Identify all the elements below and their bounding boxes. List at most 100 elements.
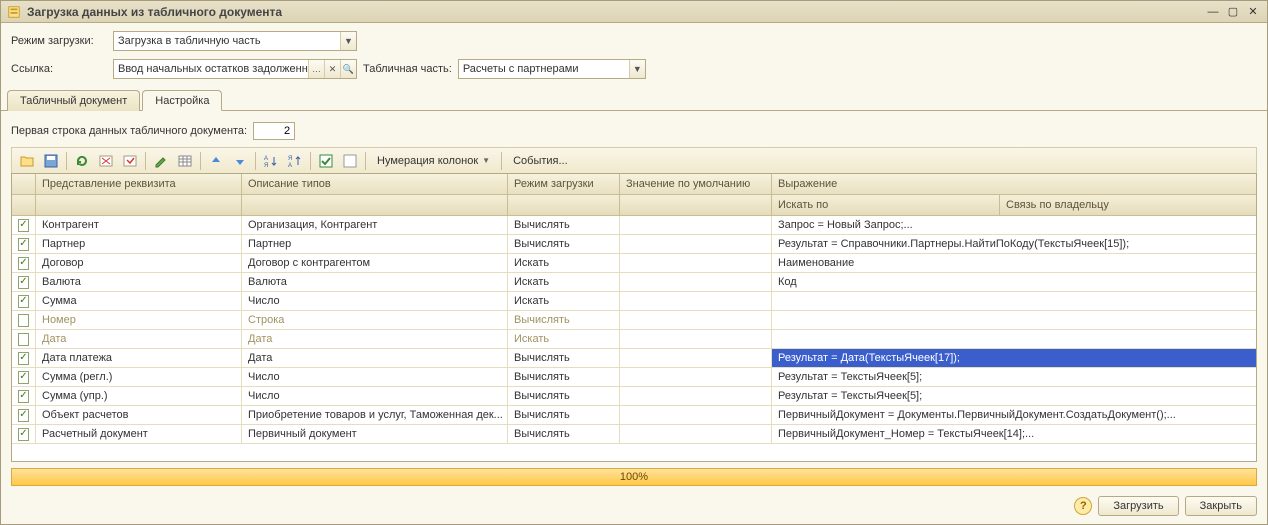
auto-icon[interactable] xyxy=(119,150,141,172)
cell-expr[interactable]: Запрос = Новый Запрос;... xyxy=(772,216,1256,234)
cell-mode[interactable]: Искать xyxy=(508,254,620,272)
row-checkbox[interactable]: ✓ xyxy=(18,352,29,365)
cell-expr[interactable] xyxy=(772,330,1256,348)
table-row[interactable]: НомерСтрокаВычислять xyxy=(12,311,1256,330)
cell-name[interactable]: Контрагент xyxy=(36,216,242,234)
refresh-icon[interactable] xyxy=(71,150,93,172)
minimize-button[interactable]: — xyxy=(1205,5,1221,19)
row-checkbox[interactable]: ✓ xyxy=(18,409,29,422)
cell-mode[interactable]: Искать xyxy=(508,330,620,348)
cell-default[interactable] xyxy=(620,311,772,329)
cell-types[interactable]: Дата xyxy=(242,349,508,367)
header-searchby[interactable]: Искать по xyxy=(772,195,1000,215)
row-checkbox[interactable] xyxy=(18,333,29,346)
lookup-icon[interactable]: 🔍 xyxy=(340,60,356,78)
table-row[interactable]: ✓ Дата платежаДатаВычислять Результат = Да… xyxy=(12,349,1256,368)
cell-default[interactable] xyxy=(620,349,772,367)
cell-types[interactable]: Число xyxy=(242,368,508,386)
cell-types[interactable]: Организация, Контрагент xyxy=(242,216,508,234)
numbering-button[interactable]: Нумерация колонок ▼ xyxy=(370,150,497,172)
header-expr[interactable]: Выражение xyxy=(772,174,1256,194)
table-row[interactable]: ✓ Сумма (регл.)ЧислоВычислять Результат = … xyxy=(12,368,1256,387)
clear-ref-icon[interactable]: ✕ xyxy=(324,60,340,78)
cell-name[interactable]: Сумма xyxy=(36,292,242,310)
cell-name[interactable]: Валюта xyxy=(36,273,242,291)
header-default[interactable]: Значение по умолчанию xyxy=(620,174,772,194)
cell-expr[interactable]: Результат = ТекстыЯчеек[5]; xyxy=(772,387,1256,405)
table-row[interactable]: ✓Сумма (упр.)ЧислоВычислятьРезультат = Т… xyxy=(12,387,1256,406)
cell-name[interactable]: Объект расчетов xyxy=(36,406,242,424)
cell-default[interactable] xyxy=(620,330,772,348)
table-row[interactable]: ✓ПартнерПартнерВычислятьРезультат = Спра… xyxy=(12,235,1256,254)
events-button[interactable]: События... xyxy=(506,150,575,172)
table-row[interactable]: ✓Расчетный документПервичный документВыч… xyxy=(12,425,1256,444)
cell-types[interactable]: Число xyxy=(242,292,508,310)
cell-types[interactable]: Первичный документ xyxy=(242,425,508,443)
cell-expr[interactable]: Наименование xyxy=(772,254,1256,272)
clear-icon[interactable] xyxy=(95,150,117,172)
cell-mode[interactable]: Вычислять xyxy=(508,425,620,443)
cell-name[interactable]: Сумма (регл.) xyxy=(36,368,242,386)
cell-mode[interactable]: Вычислять xyxy=(508,216,620,234)
cell-types[interactable]: Приобретение товаров и услуг, Таможенная… xyxy=(242,406,508,424)
cell-types[interactable]: Валюта xyxy=(242,273,508,291)
cell-types[interactable]: Партнер xyxy=(242,235,508,253)
tabpart-combo[interactable]: Расчеты с партнерами ▼ xyxy=(458,59,646,79)
first-row-input[interactable] xyxy=(253,122,295,140)
move-down-icon[interactable] xyxy=(229,150,251,172)
cell-expr[interactable]: ПервичныйДокумент_Номер = ТекстыЯчеек[14… xyxy=(772,425,1256,443)
cell-default[interactable] xyxy=(620,387,772,405)
row-checkbox[interactable]: ✓ xyxy=(18,371,29,384)
close-button[interactable]: Закрыть xyxy=(1185,496,1257,516)
cell-default[interactable] xyxy=(620,425,772,443)
sort-desc-icon[interactable]: ЯA xyxy=(284,150,306,172)
cell-mode[interactable]: Вычислять xyxy=(508,349,620,367)
row-checkbox[interactable]: ✓ xyxy=(18,219,29,232)
cell-types[interactable]: Дата xyxy=(242,330,508,348)
cell-mode[interactable]: Вычислять xyxy=(508,368,620,386)
help-button[interactable]: ? xyxy=(1074,497,1092,515)
row-checkbox[interactable]: ✓ xyxy=(18,276,29,289)
cell-expr[interactable] xyxy=(772,311,1256,329)
cell-types[interactable]: Строка xyxy=(242,311,508,329)
table-row[interactable]: ✓ДоговорДоговор с контрагентомИскатьНаим… xyxy=(12,254,1256,273)
sort-asc-icon[interactable]: AЯ xyxy=(260,150,282,172)
cell-types[interactable]: Число xyxy=(242,387,508,405)
cell-expr[interactable]: ПервичныйДокумент = Документы.ПервичныйД… xyxy=(772,406,1256,424)
header-types[interactable]: Описание типов xyxy=(242,174,508,194)
table-row[interactable]: ✓ВалютаВалютаИскатьКод xyxy=(12,273,1256,292)
dropdown-icon[interactable]: ▼ xyxy=(629,60,645,78)
table-row[interactable]: ДатаДатаИскать xyxy=(12,330,1256,349)
cell-mode[interactable]: Вычислять xyxy=(508,235,620,253)
header-owner[interactable]: Связь по владельцу xyxy=(1000,195,1256,215)
tab-doc[interactable]: Табличный документ xyxy=(7,90,140,111)
cell-name[interactable]: Дата xyxy=(36,330,242,348)
table-row[interactable]: ✓СуммаЧислоИскать xyxy=(12,292,1256,311)
cell-expr[interactable]: Результат = Дата(ТекстыЯчеек[17]); xyxy=(772,349,1256,367)
cell-mode[interactable]: Вычислять xyxy=(508,406,620,424)
cell-default[interactable] xyxy=(620,235,772,253)
cell-mode[interactable]: Вычислять xyxy=(508,387,620,405)
cell-default[interactable] xyxy=(620,254,772,272)
row-checkbox[interactable] xyxy=(18,314,29,327)
move-up-icon[interactable] xyxy=(205,150,227,172)
cell-types[interactable]: Договор с контрагентом xyxy=(242,254,508,272)
table-icon[interactable] xyxy=(174,150,196,172)
cell-expr[interactable]: Результат = ТекстыЯчеек[5]; xyxy=(772,368,1256,386)
cell-default[interactable] xyxy=(620,406,772,424)
cell-mode[interactable]: Искать xyxy=(508,292,620,310)
load-mode-combo[interactable]: Загрузка в табличную часть ▼ xyxy=(113,31,357,51)
cell-name[interactable]: Партнер xyxy=(36,235,242,253)
tab-settings[interactable]: Настройка xyxy=(142,90,222,111)
table-row[interactable]: ✓ КонтрагентОрганизация, КонтрагентВычисл… xyxy=(12,216,1256,235)
cell-name[interactable]: Дата платежа xyxy=(36,349,242,367)
uncheck-all-icon[interactable] xyxy=(339,150,361,172)
check-all-icon[interactable] xyxy=(315,150,337,172)
row-checkbox[interactable]: ✓ xyxy=(18,428,29,441)
cell-name[interactable]: Сумма (упр.) xyxy=(36,387,242,405)
header-name[interactable]: Представление реквизита xyxy=(36,174,242,194)
dropdown-icon[interactable]: ▼ xyxy=(340,32,356,50)
cell-expr[interactable]: Результат = Справочники.Партнеры.НайтиПо… xyxy=(772,235,1256,253)
ellipsis-icon[interactable]: … xyxy=(308,60,324,78)
row-checkbox[interactable]: ✓ xyxy=(18,238,29,251)
